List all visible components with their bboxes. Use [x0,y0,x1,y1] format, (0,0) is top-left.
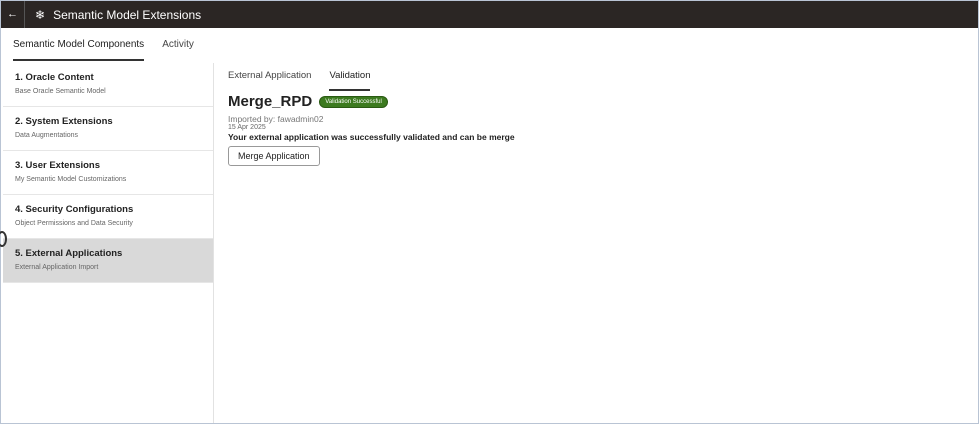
sidebar-item-user-extensions[interactable]: 3. User Extensions My Semantic Model Cust… [3,151,213,195]
item-title: 3. User Extensions [15,160,101,171]
app-title: Semantic Model Extensions [53,7,202,22]
item-subtitle: External Application Import [15,264,99,271]
item-title: 1. Oracle Content [15,72,94,83]
back-arrow-icon[interactable]: ← [1,1,25,28]
item-subtitle: Object Permissions and Data Security [15,220,133,227]
tab-external-application[interactable]: External Application [228,65,311,86]
main-tabs: Semantic Model Components Activity [1,28,978,61]
sidebar-item-system-extensions[interactable]: 2. System Extensions Data Augmentations [3,107,213,151]
sidebar-item-external-applications[interactable]: 5. External Applications External Applica… [3,239,213,283]
main-panel: External Application Validation Merge_RP… [228,63,515,166]
item-title: 5. External Applications [15,248,123,259]
item-subtitle: Data Augmentations [15,132,79,139]
imported-by: Imported by: fawadmin02 [228,114,324,124]
sub-tabs: External Application Validation [228,63,515,91]
tab-semantic-model-components[interactable]: Semantic Model Components [13,34,145,61]
item-title: 2. System Extensions [15,116,113,127]
sidebar-item-oracle-content[interactable]: 1. Oracle Content Base Oracle Semantic Mo… [3,63,213,107]
application-name: Merge_RPD [228,93,313,110]
validation-message: Your external application was successful… [228,132,515,142]
tab-validation[interactable]: Validation [329,65,371,91]
status-badge: Validation Successful [319,95,388,108]
tab-activity[interactable]: Activity [162,34,194,55]
sidebar: 1. Oracle Content Base Oracle Semantic Mo… [3,63,214,423]
merge-application-button[interactable]: Merge Application [228,146,320,166]
item-title: 4. Security Configurations [15,204,134,215]
item-subtitle: My Semantic Model Customizations [15,176,127,183]
item-subtitle: Base Oracle Semantic Model [15,88,106,95]
snowflake-icon: ❄ [35,7,46,22]
sidebar-item-security-configurations[interactable]: 4. Security Configurations Object Permiss… [3,195,213,239]
app-header: ← ❄ Semantic Model Extensions [1,1,978,28]
import-date: 15 Apr 2025 [228,124,266,131]
